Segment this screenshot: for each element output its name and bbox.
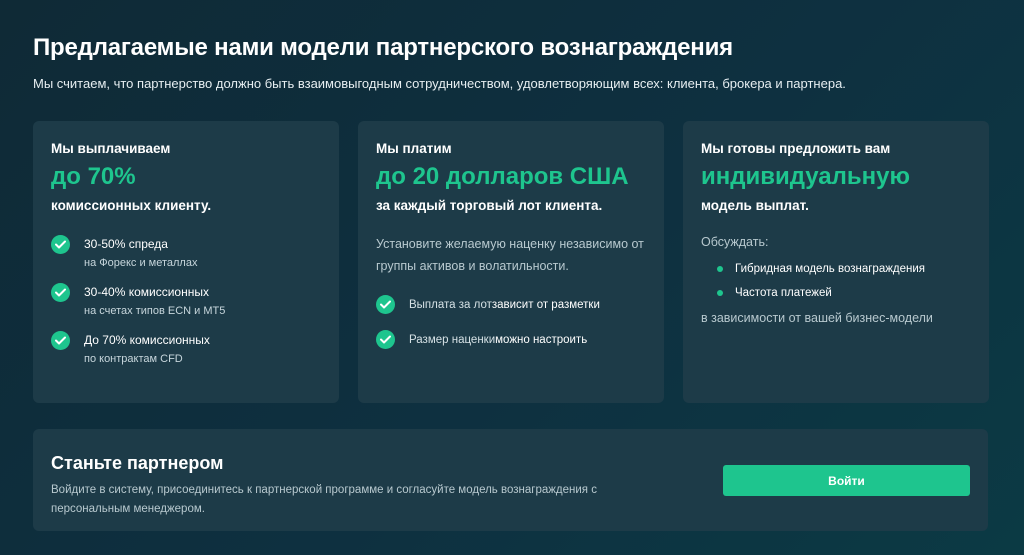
card-highlight: до 70%	[51, 163, 136, 190]
card-tail: комиссионных клиенту.	[51, 198, 212, 213]
bullet-list: Гибридная модель вознаграждения Частота …	[701, 263, 971, 299]
cta-title: Станьте партнером	[51, 453, 224, 473]
feature-emphasis: можно настроить	[495, 333, 588, 346]
check-circle-icon	[51, 283, 70, 302]
check-circle-icon	[51, 235, 70, 254]
feature-title: 30-40% комиссионных	[84, 285, 209, 299]
card-highlight: индивидуальную	[701, 163, 910, 190]
bullet-dot-icon	[717, 290, 723, 296]
login-button[interactable]: Войти	[723, 465, 970, 496]
check-circle-icon	[376, 295, 395, 314]
bullet-dot-icon	[717, 266, 723, 272]
feature-subtitle: на Форекс и металлах	[84, 257, 198, 269]
feature-subtitle: по контрактам CFD	[84, 353, 183, 365]
feature-prefix: Размер наценки	[409, 333, 496, 346]
reward-card-per-lot: Мы платим до 20 долларов США за каждый т…	[358, 121, 664, 403]
card-tail: модель выплат.	[701, 198, 809, 213]
bullet-item: Гибридная модель вознаграждения	[717, 263, 971, 275]
feature-item: До 70% комиссионных по контрактам CFD	[51, 331, 321, 365]
card-lead: Мы выплачиваем	[51, 141, 171, 156]
card-lead: Мы платим	[376, 141, 452, 156]
card-description: Установите желаемую наценку независимо о…	[376, 237, 644, 273]
cta-text: Войдите в систему, присоединитесь к парт…	[51, 484, 597, 515]
reward-card-commission: Мы выплачиваем до 70% комиссионных клиен…	[33, 121, 339, 403]
reward-card-individual: Мы готовы предложить вам индивидуальную …	[683, 121, 989, 403]
feature-item: Размер наценкиможно настроить	[376, 330, 646, 349]
feature-list: 30-50% спреда на Форекс и металлах 30-40…	[51, 235, 321, 365]
card-footnote: в зависимости от вашей бизнес-модели	[701, 311, 933, 325]
discuss-label: Обсуждать:	[701, 235, 769, 249]
feature-item: Выплата за лотзависит от разметки	[376, 295, 646, 314]
check-circle-icon	[376, 330, 395, 349]
feature-title: 30-50% спреда	[84, 237, 168, 251]
feature-title: Выплата за лотзависит от разметки	[409, 296, 600, 314]
bullet-item: Частота платежей	[717, 287, 971, 299]
check-circle-icon	[51, 331, 70, 350]
feature-subtitle: на счетах типов ECN и MT5	[84, 305, 226, 317]
card-tail: за каждый торговый лот клиента.	[376, 198, 603, 213]
page-subtitle: Мы считаем, что партнерство должно быть …	[33, 76, 846, 91]
feature-title: До 70% комиссионных	[84, 333, 210, 347]
bullet-text: Частота платежей	[735, 287, 832, 299]
card-highlight: до 20 долларов США	[376, 163, 629, 190]
feature-title: Размер наценкиможно настроить	[409, 331, 587, 349]
card-lead: Мы готовы предложить вам	[701, 141, 891, 156]
feature-prefix: Выплата за лот	[409, 298, 492, 311]
become-partner-panel: Станьте партнером Войдите в систему, при…	[33, 429, 988, 531]
feature-item: 30-50% спреда на Форекс и металлах	[51, 235, 321, 269]
feature-list: Выплата за лотзависит от разметки Размер…	[376, 295, 646, 349]
feature-item: 30-40% комиссионных на счетах типов ECN …	[51, 283, 321, 317]
page-title: Предлагаемые нами модели партнерского во…	[33, 34, 733, 61]
feature-emphasis: зависит от разметки	[491, 298, 600, 311]
bullet-text: Гибридная модель вознаграждения	[735, 263, 926, 275]
